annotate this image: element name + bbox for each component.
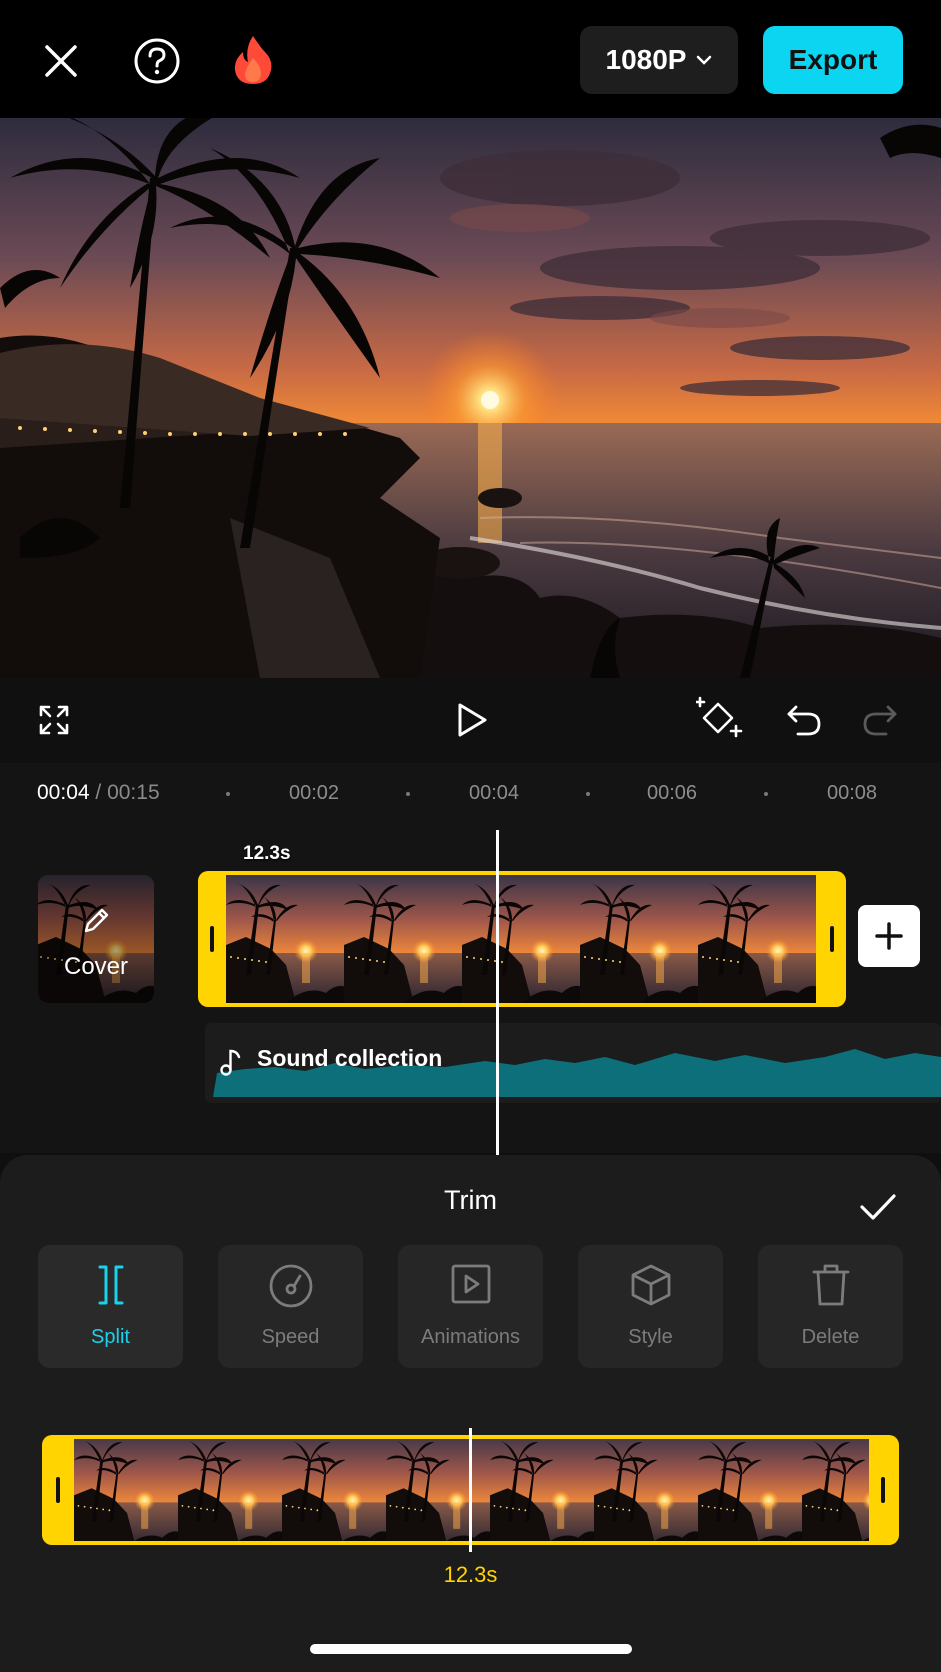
panel-title: Trim [444, 1185, 497, 1215]
ruler-tick: 00:02 [289, 782, 340, 804]
export-button[interactable]: Export [763, 26, 903, 94]
cover-button[interactable]: Cover [38, 875, 154, 1003]
close-icon[interactable] [36, 36, 86, 86]
timeline-ruler[interactable]: 00:04 / 00:15 00:02 00:04 00:06 00:08 [0, 763, 941, 823]
music-note-icon [220, 1049, 241, 1076]
audio-track-label: Sound collection [257, 1045, 443, 1071]
tool-delete[interactable]: Delete [758, 1245, 903, 1368]
total-time: / 00:15 [95, 781, 160, 804]
tool-split[interactable]: Split [38, 1245, 183, 1368]
ruler-dot [764, 792, 768, 796]
trim-left-handle[interactable] [56, 1477, 60, 1503]
clip-left-handle[interactable] [210, 926, 214, 952]
fullscreen-icon[interactable] [34, 700, 74, 740]
current-time: 00:04 [37, 781, 90, 804]
help-icon[interactable] [132, 36, 182, 86]
ruler-dot [226, 792, 230, 796]
undo-icon[interactable] [784, 700, 824, 740]
ruler-tick: 00:08 [827, 782, 878, 804]
fire-icon[interactable] [228, 32, 278, 88]
trim-panel: Trim Split Speed Animations Style Delete [0, 1155, 941, 1672]
tool-label: Animations [421, 1326, 520, 1348]
animations-icon [451, 1264, 490, 1304]
resolution-dropdown[interactable]: 1080P [580, 26, 738, 94]
cover-thumbnail [38, 875, 154, 1003]
split-icon [98, 1265, 123, 1305]
tool-animations[interactable]: Animations [398, 1245, 543, 1368]
resolution-label: 1080P [605, 44, 687, 75]
clip-thumbnails [226, 875, 816, 1003]
timeline-area: Cover 12.3s Sound collection [0, 823, 941, 1153]
clip-duration: 12.3s [243, 843, 291, 864]
video-preview[interactable] [0, 118, 941, 678]
confirm-check-icon[interactable] [856, 1187, 900, 1227]
tool-speed[interactable]: Speed [218, 1245, 363, 1368]
ruler-tick: 00:04 [469, 782, 520, 804]
style-icon [631, 1264, 670, 1306]
player-controls [0, 678, 941, 763]
tool-label: Split [91, 1326, 130, 1348]
audio-track[interactable]: Sound collection [205, 1023, 941, 1103]
home-indicator[interactable] [310, 1644, 632, 1654]
edit-pencil-icon [84, 908, 109, 933]
top-bar: 1080P Export [0, 0, 941, 118]
timecode: 00:04 / 00:15 [37, 781, 160, 805]
keyframe-icon[interactable] [696, 696, 744, 742]
plus-icon [875, 922, 903, 950]
clip-frames [226, 875, 816, 1003]
ruler-tick: 00:06 [647, 782, 698, 804]
redo-icon[interactable] [860, 700, 900, 740]
trim-duration: 12.3s [443, 1562, 498, 1587]
play-icon[interactable] [452, 698, 492, 742]
tool-style[interactable]: Style [578, 1245, 723, 1368]
tool-label: Style [628, 1326, 673, 1348]
video-clip[interactable] [198, 871, 846, 1007]
cover-label: Cover [63, 953, 129, 980]
trim-right-handle[interactable] [881, 1477, 885, 1503]
timeline-playhead[interactable] [496, 830, 499, 1155]
tool-label: Delete [801, 1326, 860, 1348]
ruler-dot [406, 792, 410, 796]
clip-right-handle[interactable] [830, 926, 834, 952]
trim-playhead[interactable] [469, 1428, 472, 1552]
speed-icon [269, 1264, 312, 1308]
add-clip-button[interactable] [858, 905, 920, 967]
tool-label: Speed [261, 1326, 320, 1348]
ruler-dot [586, 792, 590, 796]
chevron-down-icon [697, 55, 712, 65]
delete-icon [812, 1264, 849, 1306]
